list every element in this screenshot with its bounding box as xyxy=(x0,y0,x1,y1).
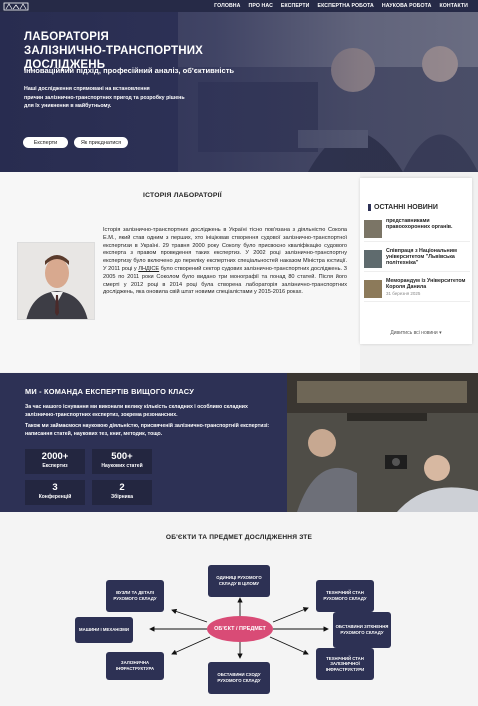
news-item-title[interactable]: Меморандум із Університетом Короля Данил… xyxy=(386,278,470,290)
stat-number: 2 xyxy=(119,482,125,493)
team-image xyxy=(287,373,478,512)
hero-desc-line2: причин залізнично-транспортних пригод та… xyxy=(24,94,185,101)
nav-item-experts[interactable]: ЕКСПЕРТИ xyxy=(277,3,314,9)
news-heading-text: ОСТАННІ НОВИНИ xyxy=(374,204,438,211)
box-collision-circumstances: ОБСТАВИНИ ЗІТКНЕННЯ РУХОМОГО СКЛАДУ xyxy=(333,612,391,648)
hero-subtitle: Інноваційний підхід, професійний аналіз,… xyxy=(24,66,235,75)
news-sidebar: ОСТАННІ НОВИНИ представниками правоохоро… xyxy=(360,178,472,344)
hero-title-line1: ЛАБОРАТОРІЯ xyxy=(24,31,109,43)
history-title: ІСТОРІЯ ЛАБОРАТОРІЇ xyxy=(143,192,222,199)
stat-label: Наукових статей xyxy=(101,463,143,469)
logo-icon[interactable] xyxy=(3,1,29,11)
hero-desc-line3: для їх уникнення в майбутньому. xyxy=(24,103,112,109)
stat-number: 3 xyxy=(52,482,58,493)
top-navbar: ГОЛОВНА ПРО НАС ЕКСПЕРТИ ЕКСПЕРТНА РОБОТ… xyxy=(0,0,478,12)
news-item-title[interactable]: Співпраця з Національним університетом "… xyxy=(386,248,470,267)
news-item[interactable]: Співпраця з Національним університетом "… xyxy=(364,248,470,272)
center-object-subject: ОБ'ЄКТ / ПРЕДМЕТ xyxy=(207,616,273,642)
news-thumbnail xyxy=(364,280,382,298)
stat-card-conferences: 3 Конференцій xyxy=(25,480,85,505)
stat-card-expertises: 2000+ Експертиз xyxy=(25,449,85,474)
history-section: ІСТОРІЯ ЛАБОРАТОРІЇ Історія залізнично-т… xyxy=(0,172,360,372)
team-section: МИ - КОМАНДА ЕКСПЕРТІВ ВИЩОГО КЛАСУ За ч… xyxy=(0,373,287,512)
box-derailment-circumstances: ОБСТАВИНИ СХОДУ РУХОМОГО СКЛАДУ xyxy=(208,662,270,694)
nav-item-contacts[interactable]: КОНТАКТИ xyxy=(435,3,472,9)
history-link[interactable]: ЛНДІСЕ xyxy=(138,266,159,272)
hero-section: ЛАБОРАТОРІЯ ЗАЛІЗНИЧНО-ТРАНСПОРТНИХ ДОСЛ… xyxy=(0,12,478,172)
news-item-title[interactable]: представниками правоохоронних органів. xyxy=(386,218,470,230)
hero-desc-line1: Наші дослідження спрямовані на встановле… xyxy=(24,86,150,92)
nav-item-expert-work[interactable]: ЕКСПЕРТНА РОБОТА xyxy=(314,3,378,9)
experts-button[interactable]: Експерти xyxy=(23,137,68,148)
stat-card-articles: 500+ Наукових статей xyxy=(92,449,152,474)
box-infrastructure-condition: ТЕХНІЧНИЙ СТАН ЗАЛІЗНИЧНОЇ ІНФРАСТРУКТУР… xyxy=(316,648,374,680)
box-rolling-stock-condition: ТЕХНІЧНИЙ СТАН РУХОМОГО СКЛАДУ xyxy=(316,580,374,612)
news-thumbnail xyxy=(364,220,382,238)
portrait-photo xyxy=(17,242,95,320)
news-list: представниками правоохоронних органів. С… xyxy=(364,218,470,308)
nav-item-home[interactable]: ГОЛОВНА xyxy=(210,3,244,9)
box-railway-infrastructure: ЗАЛІЗНИЧНА ІНФРАСТРУКТУРА xyxy=(106,652,164,680)
box-machines: МАШИНИ І МЕХАНІЗМИ xyxy=(75,617,133,643)
news-item-date: 31 березня 2025 xyxy=(386,291,421,297)
news-thumbnail xyxy=(364,250,382,268)
box-rolling-stock-parts: ВУЗЛИ ТА ДЕТАЛІ РУХОМОГО СКЛАДУ xyxy=(106,580,164,612)
team-paragraph-1: За час нашого існування ми виконали вели… xyxy=(25,404,248,418)
nav-item-science[interactable]: НАУКОВА РОБОТА xyxy=(378,3,436,9)
objects-section: ОБ'ЄКТИ ТА ПРЕДМЕТ ДОСЛІДЖЕННЯ ЗТЕ ОДИНИ… xyxy=(0,512,478,706)
team-paragraph-2: Також ми займаємося науковою діяльністю,… xyxy=(25,423,270,437)
news-heading: ОСТАННІ НОВИНИ xyxy=(368,204,438,211)
stat-number: 500+ xyxy=(111,451,133,462)
news-item[interactable]: представниками правоохоронних органів. xyxy=(364,218,470,242)
stat-label: Збірника xyxy=(110,494,134,500)
all-news-link[interactable]: Дивитись всі новини ▾ xyxy=(360,330,472,336)
team-title: МИ - КОМАНДА ЕКСПЕРТІВ ВИЩОГО КЛАСУ xyxy=(25,387,195,396)
hero-description: Наші дослідження спрямовані на встановле… xyxy=(24,85,199,111)
box-rolling-stock-units: ОДИНИЦІ РУХОМОГО СКЛАДУ В ЦІЛОМУ xyxy=(208,565,270,597)
stat-label: Конференцій xyxy=(38,494,72,500)
portrait-image xyxy=(18,243,94,319)
heading-bar-icon xyxy=(368,204,371,211)
team-photo xyxy=(287,373,478,512)
history-text: Історія залізнично-транспортних дослідже… xyxy=(103,227,347,297)
news-item[interactable]: Меморандум із Університетом Короля Данил… xyxy=(364,278,470,302)
join-button[interactable]: Як приєднатися xyxy=(74,137,128,148)
stat-label: Експертиз xyxy=(42,463,68,469)
stat-card-collections: 2 Збірника xyxy=(92,480,152,505)
stat-number: 2000+ xyxy=(41,451,69,462)
nav-item-about[interactable]: ПРО НАС xyxy=(245,3,277,9)
